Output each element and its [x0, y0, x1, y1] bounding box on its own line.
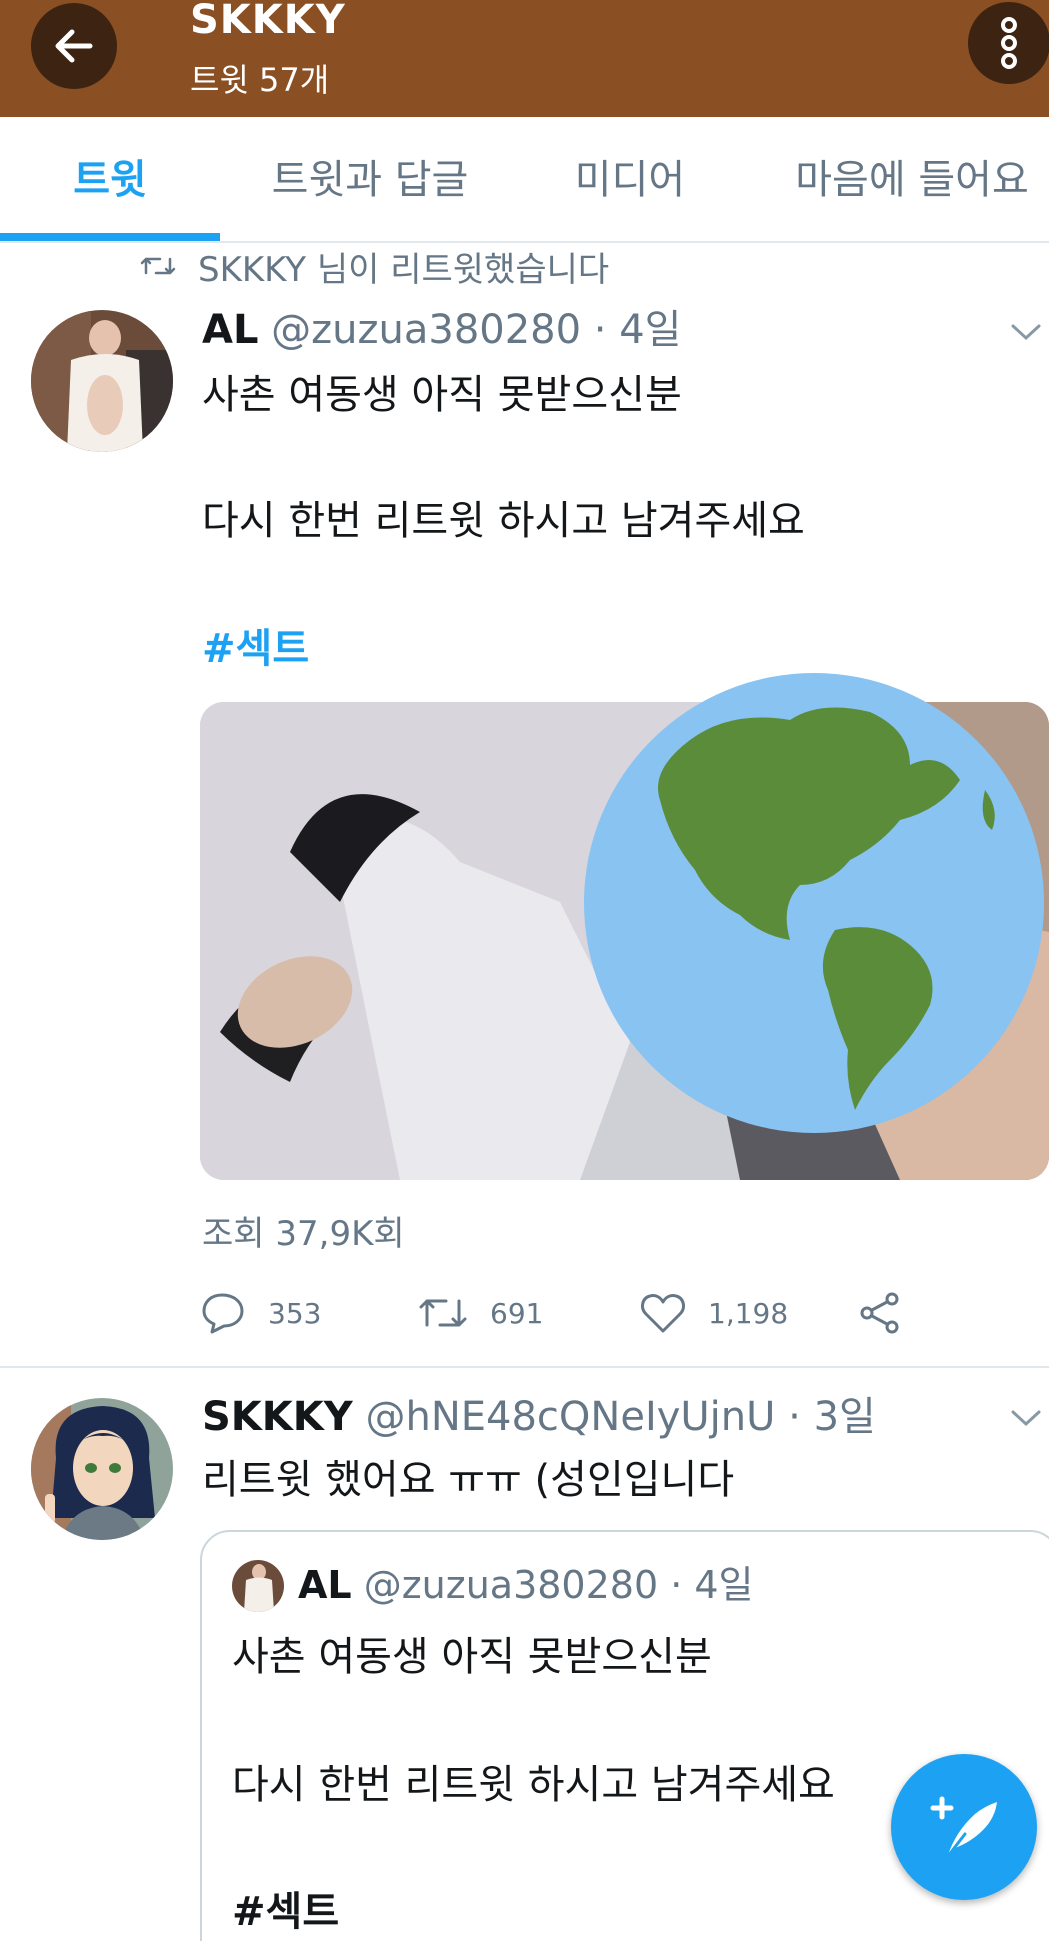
compose-icon [930, 1796, 997, 1862]
globe-icon [584, 673, 1044, 1133]
author-handle: @hNE48cQNeIyUjnU · 3일 [365, 1394, 876, 1440]
avatar-image [31, 310, 173, 452]
tab-tweets-and-replies[interactable]: 트윗과 답글 [250, 117, 490, 243]
tweet-divider [0, 1366, 1049, 1368]
quoted-text-line-1: 사촌 여동생 아직 못받으신분 [232, 1634, 712, 1680]
retweet-count: 691 [490, 1296, 544, 1330]
quoted-text-line-2: 다시 한번 리트윗 하시고 남겨주세요 [232, 1762, 835, 1808]
quoted-author-handle: @zuzua380280 · 4일 [363, 1563, 754, 1607]
avatar-image [232, 1560, 284, 1612]
author-handle: @zuzua380280 · 4일 [271, 307, 682, 353]
quoted-hashtag: #섹트 [232, 1889, 340, 1935]
chevron-down-icon[interactable] [1010, 1408, 1042, 1428]
profile-tabs: 트윗 트윗과 답글 미디어 마음에 들어요 [0, 117, 1049, 243]
tab-tweets[interactable]: 트윗 [0, 117, 220, 243]
share-icon [860, 1292, 899, 1334]
avatar[interactable] [31, 1398, 173, 1540]
retweet-icon [419, 1299, 467, 1327]
chevron-down-icon[interactable] [1010, 322, 1042, 342]
tweet-text: 리트윗 했어요 ㅠㅠ (성인입니다 [202, 1457, 735, 1503]
avatar-image [31, 1398, 173, 1540]
tab-media[interactable]: 미디어 [550, 117, 710, 243]
tweet-header: SKKKY @hNE48cQNeIyUjnU · 3일 [202, 1392, 876, 1442]
retweet-icon [140, 257, 176, 275]
back-button[interactable] [31, 3, 117, 89]
hashtag-link[interactable]: #섹트 [202, 624, 309, 674]
like-button[interactable]: 1,198 [640, 1283, 788, 1343]
tweet-count: 트윗 57개 [190, 61, 330, 99]
profile-name: SKKKY [190, 0, 346, 43]
compose-tweet-button[interactable] [891, 1754, 1037, 1900]
share-button[interactable] [858, 1283, 924, 1343]
tweet-actions: 353 691 1,198 [200, 1283, 960, 1343]
tab-likes[interactable]: 마음에 들어요 [775, 117, 1049, 243]
arrow-left-icon [55, 29, 93, 63]
reply-button[interactable]: 353 [200, 1283, 321, 1343]
reply-icon [202, 1293, 244, 1334]
author-name[interactable]: SKKKY [202, 1394, 353, 1440]
profile-header: SKKKY 트윗 57개 [0, 0, 1049, 117]
quoted-avatar [232, 1560, 284, 1612]
like-count: 1,198 [708, 1296, 789, 1330]
tweet-text-line-2: 다시 한번 리트윗 하시고 남겨주세요 [202, 498, 805, 544]
like-icon [641, 1294, 685, 1333]
view-count: 조회 37,9K회 [202, 1214, 405, 1254]
tweet-header: AL @zuzua380280 · 4일 [202, 305, 681, 355]
author-name[interactable]: AL [202, 307, 258, 353]
active-tab-indicator [0, 233, 220, 241]
more-vertical-icon [1001, 17, 1017, 69]
quoted-author-name: AL [298, 1563, 352, 1607]
tweet-text-line-1: 사촌 여동생 아직 못받으신분 [202, 372, 682, 418]
retweet-context: SKKKY 님이 리트윗했습니다 [140, 244, 610, 290]
quoted-header: AL @zuzua380280 · 4일 [298, 1560, 754, 1610]
more-options-button[interactable] [968, 2, 1049, 84]
avatar[interactable] [31, 310, 173, 452]
retweet-context-text: SKKKY 님이 리트윗했습니다 [198, 249, 610, 290]
reply-count: 353 [268, 1296, 322, 1330]
retweet-button[interactable]: 691 [418, 1283, 543, 1343]
